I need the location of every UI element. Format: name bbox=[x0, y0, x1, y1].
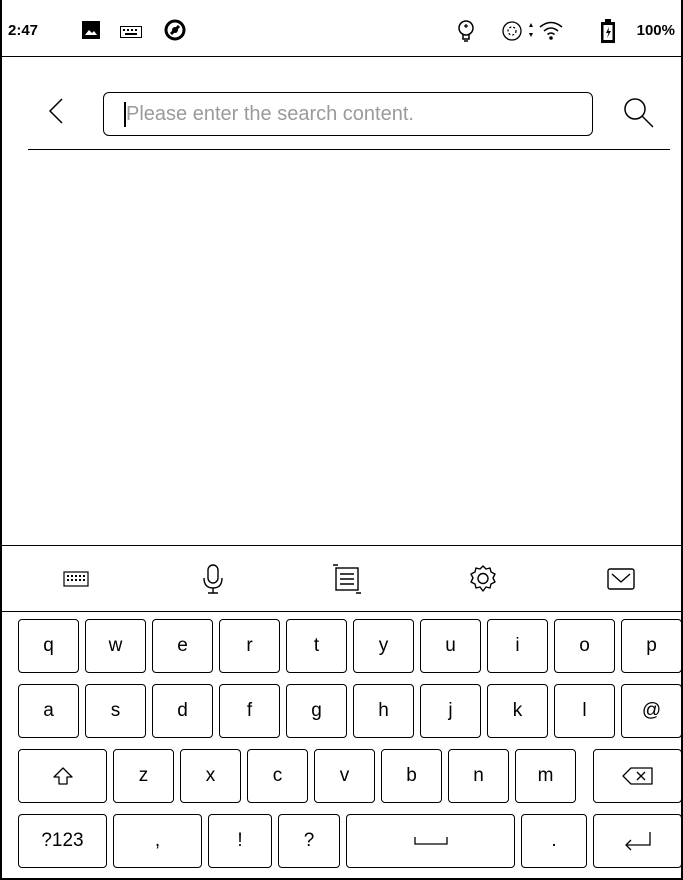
key-w[interactable]: w bbox=[85, 619, 146, 673]
key-e[interactable]: e bbox=[152, 619, 213, 673]
space-bar-icon bbox=[413, 834, 449, 848]
data-arrows-icon bbox=[528, 22, 534, 43]
frontlight-icon bbox=[455, 19, 477, 48]
backspace-icon bbox=[621, 766, 654, 786]
key-o[interactable]: o bbox=[554, 619, 615, 673]
key-exclamation[interactable]: ! bbox=[208, 814, 272, 868]
image-icon bbox=[82, 21, 100, 44]
key-z[interactable]: z bbox=[113, 749, 174, 803]
app-icon bbox=[164, 19, 186, 46]
search-button[interactable] bbox=[622, 96, 656, 130]
shift-icon bbox=[52, 765, 74, 787]
search-results-area bbox=[0, 152, 683, 545]
search-header bbox=[0, 56, 683, 152]
text-cursor bbox=[124, 102, 126, 127]
key-y[interactable]: y bbox=[353, 619, 414, 673]
key-r[interactable]: r bbox=[219, 619, 280, 673]
key-t[interactable]: t bbox=[286, 619, 347, 673]
status-time: 2:47 bbox=[8, 22, 39, 39]
back-button[interactable] bbox=[42, 96, 72, 126]
keyboard-layout-button[interactable] bbox=[59, 562, 93, 596]
key-c[interactable]: c bbox=[247, 749, 308, 803]
symbols-key[interactable]: ?123 bbox=[18, 814, 107, 868]
key-f[interactable]: f bbox=[219, 684, 280, 738]
wifi-icon bbox=[538, 19, 564, 46]
key-b[interactable]: b bbox=[381, 749, 442, 803]
key-comma[interactable]: , bbox=[113, 814, 202, 868]
key-i[interactable]: i bbox=[487, 619, 548, 673]
key-m[interactable]: m bbox=[515, 749, 576, 803]
space-key[interactable] bbox=[346, 814, 515, 868]
key-k[interactable]: k bbox=[487, 684, 548, 738]
keyboard-icon bbox=[120, 25, 142, 43]
keyboard-toolbar bbox=[0, 545, 683, 612]
key-a[interactable]: a bbox=[18, 684, 79, 738]
microphone-icon bbox=[196, 564, 230, 600]
key-h[interactable]: h bbox=[353, 684, 414, 738]
search-box[interactable] bbox=[103, 92, 593, 136]
backspace-key[interactable] bbox=[593, 749, 682, 803]
clipboard-icon bbox=[330, 564, 364, 600]
search-input[interactable] bbox=[104, 93, 592, 135]
key-j[interactable]: j bbox=[420, 684, 481, 738]
keyboard-layout-icon bbox=[59, 571, 93, 600]
key-question[interactable]: ? bbox=[278, 814, 340, 868]
key-g[interactable]: g bbox=[286, 684, 347, 738]
hide-keyboard-icon bbox=[604, 568, 638, 600]
key-x[interactable]: x bbox=[180, 749, 241, 803]
battery-percentage: 100% bbox=[636, 22, 675, 39]
key-period[interactable]: . bbox=[521, 814, 587, 868]
status-bar: 2:47 100% bbox=[0, 0, 683, 57]
voice-input-button[interactable] bbox=[196, 562, 230, 596]
enter-icon bbox=[622, 830, 654, 852]
hide-keyboard-button[interactable] bbox=[604, 562, 638, 596]
enter-key[interactable] bbox=[593, 814, 682, 868]
key-v[interactable]: v bbox=[314, 749, 375, 803]
battery-charging-icon bbox=[601, 19, 615, 48]
keyboard: q w e r t y u i o p a s d f g h j k l @ … bbox=[0, 612, 683, 880]
key-n[interactable]: n bbox=[448, 749, 509, 803]
shift-key[interactable] bbox=[18, 749, 107, 803]
settings-icon bbox=[466, 565, 500, 600]
search-icon bbox=[622, 98, 656, 134]
key-at[interactable]: @ bbox=[621, 684, 682, 738]
keyboard-settings-button[interactable] bbox=[466, 562, 500, 596]
key-q[interactable]: q bbox=[18, 619, 79, 673]
sync-icon bbox=[500, 20, 524, 47]
key-l[interactable]: l bbox=[554, 684, 615, 738]
header-divider bbox=[28, 149, 670, 150]
key-u[interactable]: u bbox=[420, 619, 481, 673]
key-p[interactable]: p bbox=[621, 619, 682, 673]
chevron-left-icon bbox=[42, 98, 72, 130]
key-d[interactable]: d bbox=[152, 684, 213, 738]
key-s[interactable]: s bbox=[85, 684, 146, 738]
clipboard-button[interactable] bbox=[330, 562, 364, 596]
